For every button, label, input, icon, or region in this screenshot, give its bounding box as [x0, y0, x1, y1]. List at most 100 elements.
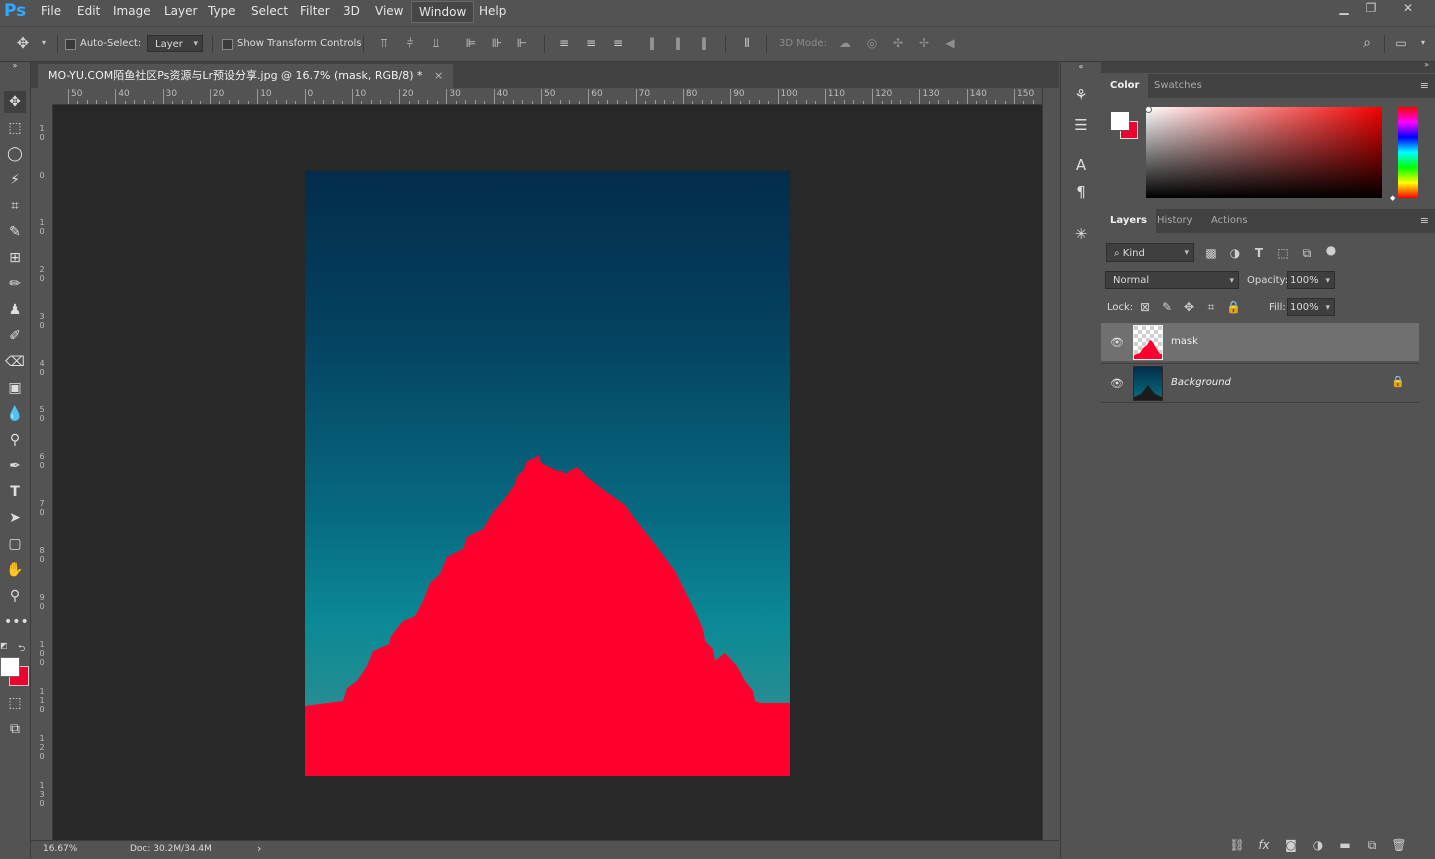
3d-pan-icon[interactable]: ✣ [891, 36, 905, 50]
distribute-bottom-icon[interactable]: ≡ [611, 36, 625, 50]
zoom-tool-icon[interactable]: ⚲ [4, 585, 26, 607]
chevron-down-icon[interactable]: ▾ [1416, 36, 1430, 50]
magic-wand-tool-icon[interactable]: ⚡ [4, 169, 26, 191]
filter-adjustment-icon[interactable]: ◑ [1228, 246, 1242, 260]
move-tool-icon[interactable]: ✥ [4, 91, 26, 113]
distribute-top-icon[interactable]: ≡ [557, 36, 571, 50]
hand-tool-icon[interactable]: ✋ [4, 559, 26, 581]
canvas-area[interactable] [53, 105, 1042, 840]
filter-shape-icon[interactable]: ⬚ [1276, 246, 1290, 260]
filter-pixel-icon[interactable]: ▩ [1204, 246, 1218, 260]
lock-image-icon[interactable]: ✎ [1160, 300, 1174, 314]
tab-color[interactable]: Color [1101, 74, 1149, 98]
lock-position-icon[interactable]: ✥ [1182, 300, 1196, 314]
visibility-eye-icon[interactable]: 👁 [1110, 377, 1124, 390]
workspace-icon[interactable]: ▭ [1394, 36, 1408, 50]
marquee-tool-icon[interactable]: ⬚ [4, 117, 26, 139]
zoom-level[interactable]: 16.67% [43, 844, 77, 854]
status-menu-arrow[interactable]: › [257, 842, 261, 855]
visibility-eye-icon[interactable]: 👁 [1110, 336, 1124, 349]
3d-roll-icon[interactable]: ◎ [865, 36, 879, 50]
hue-slider[interactable] [1398, 107, 1418, 198]
color-picker-handle[interactable] [1145, 106, 1152, 113]
menu-edit[interactable]: Edit [70, 0, 107, 23]
panel-menu-icon[interactable]: ≡ [1420, 214, 1429, 227]
libraries-icon[interactable]: ✳ [1071, 224, 1091, 244]
distribute-right-icon[interactable]: ‖ [697, 36, 711, 50]
quick-mask-icon[interactable]: ⬚ [4, 692, 26, 714]
blur-tool-icon[interactable]: 💧 [4, 403, 26, 425]
menu-file[interactable]: File [34, 0, 68, 23]
layer-name[interactable]: Background [1171, 377, 1231, 388]
auto-select-dropdown[interactable]: Layer ▾ [147, 35, 203, 52]
dodge-tool-icon[interactable]: ⚲ [4, 429, 26, 451]
menu-type[interactable]: Type [201, 0, 243, 23]
document-image[interactable] [305, 171, 790, 776]
collapse-icon[interactable]: « [1071, 62, 1091, 72]
layer-row-mask[interactable]: 👁 mask [1101, 323, 1419, 361]
ruler-left[interactable]: 100102030405060708090100110120130 [31, 104, 53, 840]
brush-tool-icon[interactable]: ✏ [4, 273, 26, 295]
search-icon[interactable]: ⌕ [1360, 36, 1374, 50]
gradient-tool-icon[interactable]: ▣ [4, 377, 26, 399]
brush-presets-icon[interactable]: ⚘ [1071, 85, 1091, 105]
paragraph-icon[interactable]: ¶ [1071, 182, 1091, 202]
hue-slider-handle[interactable]: ◆ [1390, 194, 1395, 202]
delete-layer-icon[interactable]: 🗑 [1391, 837, 1407, 853]
3d-orbit-icon[interactable]: ☁ [838, 36, 852, 50]
menu-view[interactable]: View [368, 0, 410, 23]
crop-tool-icon[interactable]: ⌗ [4, 195, 26, 217]
panel-menu-icon[interactable]: ≡ [1420, 79, 1429, 92]
add-mask-icon[interactable]: ◙ [1283, 837, 1299, 853]
menu-image[interactable]: Image [106, 0, 158, 23]
chevron-down-icon[interactable]: ▾ [37, 36, 51, 50]
healing-brush-tool-icon[interactable]: ⊞ [4, 247, 26, 269]
auto-select-checkbox[interactable] [65, 39, 76, 50]
link-layers-icon[interactable]: ⛓ [1229, 837, 1245, 853]
auto-align-icon[interactable]: ⦀ [740, 36, 754, 50]
eraser-tool-icon[interactable]: ⌫ [4, 351, 26, 373]
clone-stamp-tool-icon[interactable]: ♟ [4, 299, 26, 321]
fill-input[interactable]: 100% ▾ [1287, 298, 1335, 316]
filter-toggle-icon[interactable]: ● [1324, 243, 1338, 257]
history-brush-tool-icon[interactable]: ✐ [4, 325, 26, 347]
3d-slide-icon[interactable]: ✢ [917, 36, 931, 50]
tab-swatches[interactable]: Swatches [1145, 74, 1211, 98]
more-tools-icon[interactable]: ••• [4, 611, 29, 633]
align-horizontal-center-icon[interactable]: ⊪ [490, 36, 504, 50]
align-right-icon[interactable]: ⊩ [515, 36, 529, 50]
adjustments-icon[interactable]: ☰ [1071, 115, 1091, 135]
new-adjustment-layer-icon[interactable]: ◑ [1310, 837, 1326, 853]
opacity-input[interactable]: 100% ▾ [1287, 271, 1335, 289]
lock-transparent-icon[interactable]: ⊠ [1138, 300, 1152, 314]
path-selection-tool-icon[interactable]: ➤ [4, 507, 26, 529]
menu-window[interactable]: Window [411, 1, 475, 23]
lasso-tool-icon[interactable]: ◯ [4, 143, 26, 165]
document-tab[interactable]: MO-YU.COM陌鱼社区Ps资源与Lr预设分享.jpg @ 16.7% (ma… [38, 64, 454, 88]
ruler-top[interactable]: 50 40 30 20 10 0 10 20 30 40 50 60 70 80 90 100 110 120 13… [53, 88, 1043, 105]
tab-actions[interactable]: Actions [1202, 209, 1257, 233]
close-button[interactable]: ✕ [1394, 0, 1422, 16]
default-colors-icon[interactable]: ◩ [0, 641, 8, 650]
foreground-color-swatch[interactable] [1110, 111, 1130, 131]
color-field[interactable] [1146, 107, 1382, 198]
tab-history[interactable]: History [1148, 209, 1202, 233]
swap-colors-icon[interactable]: ⮌ [18, 641, 28, 654]
filter-type-icon[interactable]: T [1252, 246, 1266, 260]
menu-layer[interactable]: Layer [157, 0, 204, 23]
lock-artboard-icon[interactable]: ⌗ [1204, 300, 1218, 314]
filter-smart-object-icon[interactable]: ⧉ [1300, 246, 1314, 260]
align-left-icon[interactable]: ⊫ [464, 36, 478, 50]
canvas-scrollbar[interactable] [1042, 88, 1059, 840]
blend-mode-dropdown[interactable]: Normal ▾ [1105, 271, 1239, 289]
align-vertical-center-icon[interactable]: ⫩ [403, 36, 417, 50]
minimize-button[interactable]: ▁ [1330, 0, 1358, 16]
ruler-origin[interactable] [31, 88, 53, 105]
layer-effects-icon[interactable]: fx [1256, 837, 1272, 853]
character-icon[interactable]: A [1071, 155, 1091, 175]
collapse-icon[interactable]: » [4, 61, 26, 71]
align-top-icon[interactable]: ⫪ [377, 36, 391, 50]
distribute-left-icon[interactable]: ‖ [645, 36, 659, 50]
type-tool-icon[interactable]: T [4, 481, 26, 503]
align-bottom-icon[interactable]: ⫫ [429, 36, 443, 50]
